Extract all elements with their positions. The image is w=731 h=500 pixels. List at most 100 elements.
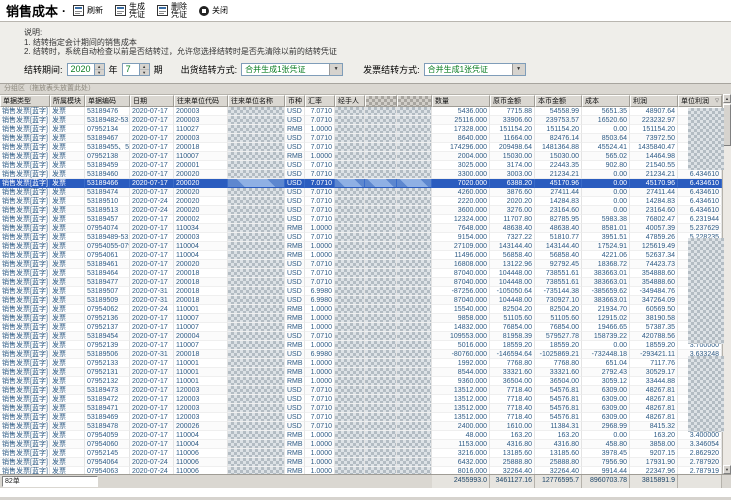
group-by-bar[interactable]: 分组区（拖放表头放置此处） <box>0 84 731 95</box>
cell-rate: 1.0000 <box>305 242 335 251</box>
table-row[interactable]: 销售发票[蓝字]发票531894762020-07-17200003USD7.0… <box>0 107 722 116</box>
cell-partner_code: 120003 <box>174 395 228 404</box>
column-header-partner_name[interactable]: 往来单位名称 <box>228 95 285 107</box>
table-row[interactable]: 销售发票[蓝字]发票531894612020-07-17200020USD7.0… <box>0 260 722 269</box>
table-row[interactable]: 销售发票[蓝字]发票079521312020-07-17110001RMB1.0… <box>0 368 722 377</box>
ship-method-label: 出货结转方式: <box>181 63 238 76</box>
scrollbar-thumb[interactable] <box>723 104 731 146</box>
table-row[interactable]: 销售发票[蓝字]发票07954055-07952020-07-17110004R… <box>0 242 722 251</box>
column-header-currency[interactable]: 币种 <box>285 95 305 107</box>
column-header-cost[interactable]: 成本 <box>582 95 630 107</box>
table-row[interactable]: 销售发票[蓝字]发票079521332020-07-17110001RMB1.0… <box>0 359 722 368</box>
table-row[interactable]: 销售发票[蓝字]发票531894722020-07-17120003USD7.0… <box>0 395 722 404</box>
cell-doc_no: 53189464 <box>85 269 130 278</box>
table-row[interactable]: 销售发票[蓝字]发票531894692020-07-17120003USD7.0… <box>0 413 722 422</box>
down-arrow-icon[interactable]: ▼ <box>95 70 104 75</box>
cell-cost: 6309.00 <box>582 404 630 413</box>
column-header-doc_type[interactable]: 单据类型 <box>0 95 50 107</box>
table-row[interactable]: 销售发票[蓝字]发票531895092020-07-31200018USD6.9… <box>0 296 722 305</box>
column-header-handler[interactable]: 经手人 <box>335 95 365 107</box>
table-row[interactable]: 销售发票[蓝字]发票531894772020-07-17200018USD7.0… <box>0 278 722 287</box>
table-row[interactable]: 销售发票[蓝字]发票079521342020-07-17110027RMB1.0… <box>0 125 722 134</box>
cell-cost: 383663.01 <box>582 296 630 305</box>
cell-auditor <box>397 404 432 413</box>
table-row[interactable]: 销售发票[蓝字]发票531894672020-07-17200003USD7.0… <box>0 134 722 143</box>
table-row[interactable]: 销售发票[蓝字]发票53189455、5312020-07-17200018US… <box>0 143 722 152</box>
cell-partner_name <box>228 170 285 179</box>
table-row[interactable]: 销售发票[蓝字]发票079521322020-07-17110001RMB1.0… <box>0 377 722 386</box>
cell-partner_name <box>228 440 285 449</box>
delete-voucher-button[interactable]: 删除 凭证 <box>157 3 187 19</box>
cell-doc_type: 销售发票[蓝字] <box>0 197 50 206</box>
chevron-down-icon[interactable]: ▼ <box>329 64 342 75</box>
cell-rate: 7.0710 <box>305 422 335 431</box>
cell-doc_no: 53189477 <box>85 278 130 287</box>
chevron-down-icon[interactable]: ▼ <box>512 64 525 75</box>
cell-base_amount: 4316.80 <box>535 440 582 449</box>
table-row[interactable]: 销售发票[蓝字]发票53189489-53182020-07-17200003U… <box>0 233 722 242</box>
cell-cost: 16520.60 <box>582 116 630 125</box>
cell-maker <box>365 386 397 395</box>
column-header-date[interactable]: 日期 <box>130 95 174 107</box>
cell-qty: 13512.000 <box>432 413 490 422</box>
column-header-profit[interactable]: 利润 <box>630 95 678 107</box>
table-row[interactable]: 销售发票[蓝字]发票079540592020-07-17110004RMB1.0… <box>0 431 722 440</box>
month-stepper[interactable]: 7 ▲▼ <box>122 63 150 76</box>
table-row[interactable]: 销售发票[蓝字]发票531894572020-07-17200002USD7.0… <box>0 215 722 224</box>
table-row[interactable]: 销售发票[蓝字]发票531894542020-07-17200004USD7.0… <box>0 332 722 341</box>
column-header-base_amount[interactable]: 本币金额 <box>535 95 582 107</box>
cell-doc_type: 销售发票[蓝字] <box>0 125 50 134</box>
refresh-button[interactable]: 刷新 <box>73 5 103 16</box>
close-button[interactable]: 关闭 <box>199 6 228 16</box>
table-row[interactable]: 销售发票[蓝字]发票531894642020-07-17200018USD7.0… <box>0 269 722 278</box>
table-row[interactable]: 销售发票[蓝字]发票531894742020-07-17200020USD7.0… <box>0 188 722 197</box>
table-row[interactable]: 销售发票[蓝字]发票079521452020-07-17110006RMB1.0… <box>0 449 722 458</box>
cell-handler <box>335 332 365 341</box>
column-header-unit_profit[interactable]: 单位利润▽ <box>678 95 722 107</box>
ship-method-select[interactable]: 合并生成1张凭证 ▼ <box>241 63 343 76</box>
column-header-qty[interactable]: 数量 <box>432 95 490 107</box>
column-header-rate[interactable]: 汇率 <box>305 95 335 107</box>
column-header-partner_code[interactable]: 往来单位代码 <box>174 95 228 107</box>
column-header-auditor[interactable] <box>397 95 432 107</box>
cell-base_amount: 54576.81 <box>535 386 582 395</box>
generate-voucher-button[interactable]: 生成 凭证 <box>115 3 145 19</box>
table-row[interactable]: 销售发票[蓝字]发票079521382020-07-17110007RMB1.0… <box>0 152 722 161</box>
table-row[interactable]: 销售发票[蓝字]发票079540742020-07-17110034RMB1.0… <box>0 224 722 233</box>
table-row[interactable]: 销售发票[蓝字]发票531894592020-07-17200001USD7.0… <box>0 161 722 170</box>
scroll-down-icon[interactable]: ▼ <box>723 465 731 474</box>
year-stepper[interactable]: 2020 ▲▼ <box>67 63 105 76</box>
year-stepper-arrows[interactable]: ▲▼ <box>94 64 104 75</box>
table-row[interactable]: 销售发票[蓝字]发票079521362020-07-17110007RMB1.0… <box>0 314 722 323</box>
table-row[interactable]: 销售发票[蓝字]发票079540612020-07-17110004RMB1.0… <box>0 251 722 260</box>
scroll-up-icon[interactable]: ▲ <box>723 94 731 103</box>
cell-handler <box>335 395 365 404</box>
table-row[interactable]: 销售发票[蓝字]发票531894712020-07-17120003USD7.0… <box>0 404 722 413</box>
table-row[interactable]: 销售发票[蓝字]发票531895072020-07-31200018USD6.9… <box>0 287 722 296</box>
table-row[interactable]: 销售发票[蓝字]发票531894662020-07-17200020USD7.0… <box>0 179 722 188</box>
cell-profit: 52637.34 <box>630 251 678 260</box>
column-header-module[interactable]: 所属模块 <box>50 95 85 107</box>
table-row[interactable]: 销售发票[蓝字]发票079540642020-07-24110006RMB1.0… <box>0 458 722 467</box>
table-row[interactable]: 销售发票[蓝字]发票079540602020-07-17110004RMB1.0… <box>0 440 722 449</box>
table-row[interactable]: 销售发票[蓝字]发票53189482-53182020-07-17200003U… <box>0 116 722 125</box>
table-row[interactable]: 销售发票[蓝字]发票531895132020-07-24200020USD7.0… <box>0 206 722 215</box>
cell-profit: 38190.58 <box>630 314 678 323</box>
cell-unit_profit: 3.346054 <box>678 440 722 449</box>
table-row[interactable]: 销售发票[蓝字]发票531894782020-07-17200026USD7.0… <box>0 422 722 431</box>
down-arrow-icon[interactable]: ▼ <box>140 70 149 75</box>
table-row[interactable]: 销售发票[蓝字]发票079521392020-07-17110007RMB1.0… <box>0 341 722 350</box>
column-header-doc_no[interactable]: 单据编码 <box>85 95 130 107</box>
table-row[interactable]: 销售发票[蓝字]发票079521372020-07-17110007RMB1.0… <box>0 323 722 332</box>
table-row[interactable]: 销售发票[蓝字]发票531895062020-07-31200018USD6.9… <box>0 350 722 359</box>
column-header-maker[interactable] <box>365 95 397 107</box>
table-row[interactable]: 销售发票[蓝字]发票531894602020-07-17200020USD7.0… <box>0 170 722 179</box>
invoice-method-select[interactable]: 合并生成1张凭证 ▼ <box>424 63 526 76</box>
table-row[interactable]: 销售发票[蓝字]发票531894732020-07-17120003USD7.0… <box>0 386 722 395</box>
table-row[interactable]: 销售发票[蓝字]发票079540622020-07-24110001RMB1.0… <box>0 305 722 314</box>
column-header-orig_amount[interactable]: 原币金额 <box>490 95 535 107</box>
cell-date: 2020-07-17 <box>130 143 174 152</box>
table-row[interactable]: 销售发票[蓝字]发票531895102020-07-24200020USD7.0… <box>0 197 722 206</box>
cell-doc_type: 销售发票[蓝字] <box>0 404 50 413</box>
month-stepper-arrows[interactable]: ▲▼ <box>139 64 149 75</box>
